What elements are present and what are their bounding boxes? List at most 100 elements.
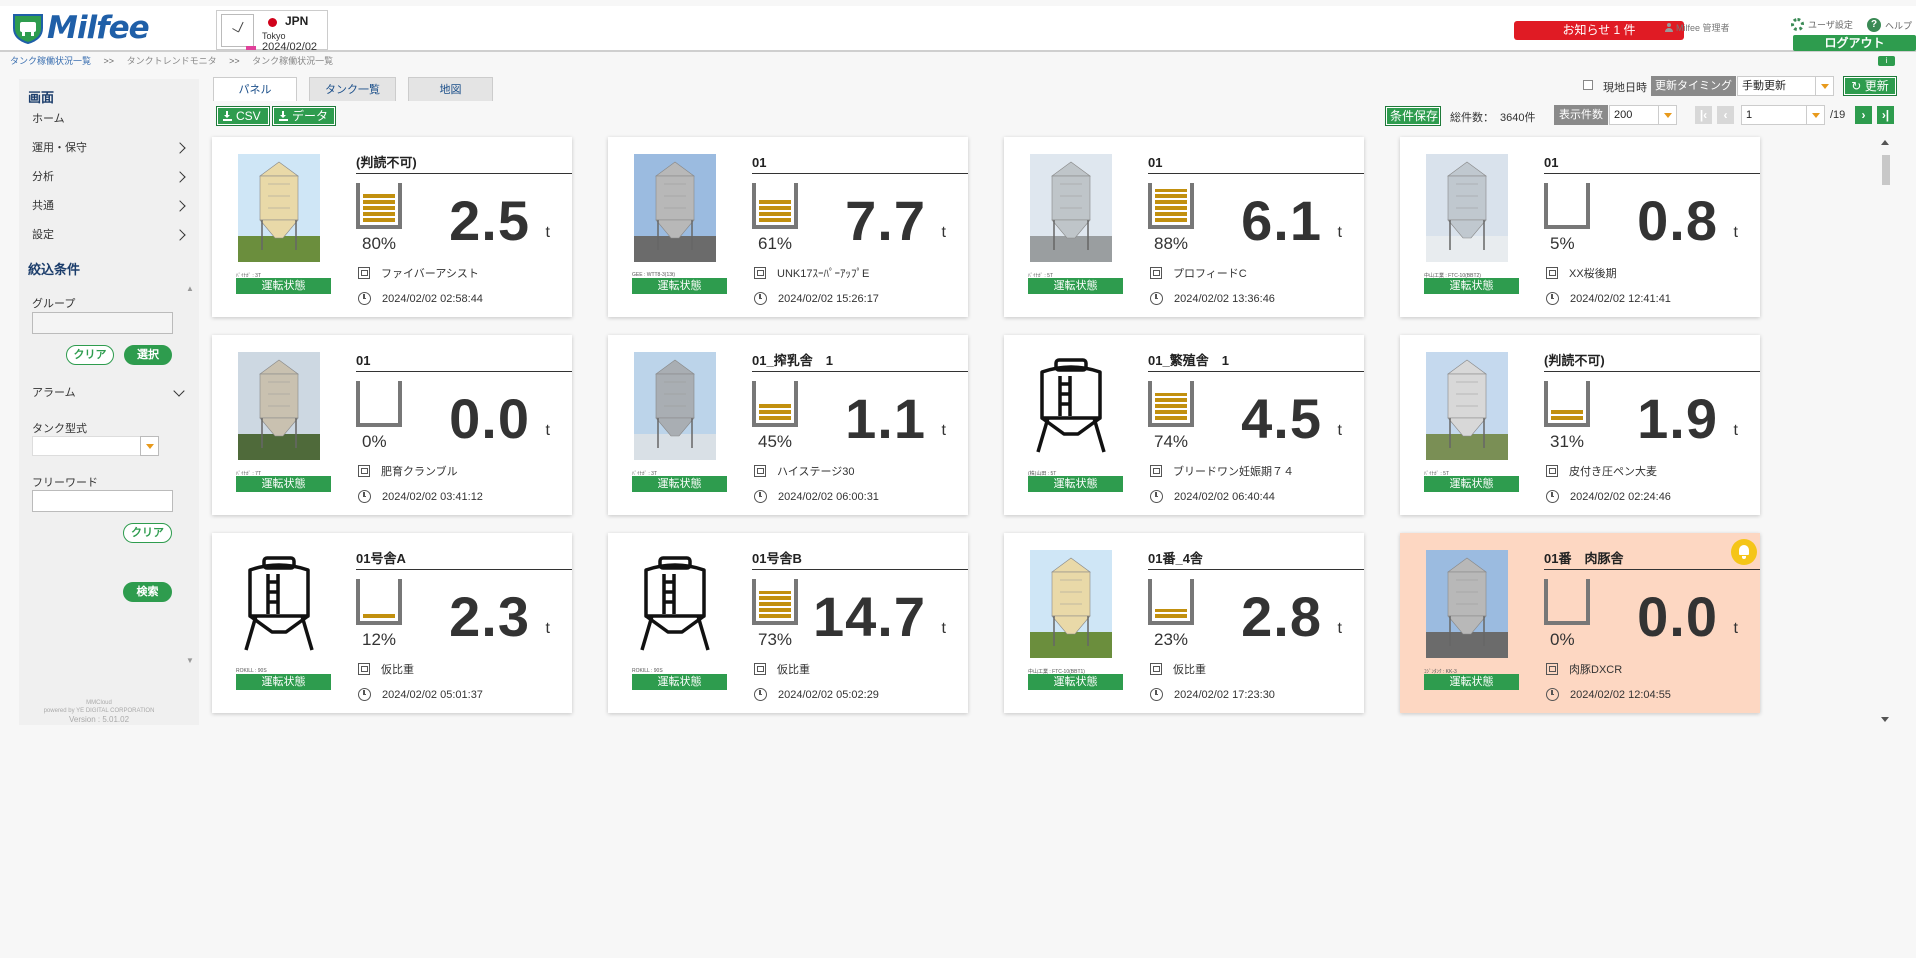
status-badge: 運転状態: [236, 278, 331, 294]
csv-download-button[interactable]: CSV: [216, 106, 270, 126]
tank-card[interactable]: ﾊﾞｲﾅｶﾞ : 3T 運転状態 01_搾乳舎 1 45% 1.1 t ハイステージ30 20…: [608, 335, 968, 515]
tank-card[interactable]: ﾊﾞｲﾅｶﾞ : 5T 運転状態 (判読不可) 31% 1.9 t 皮付き圧ペン大麦 2024…: [1400, 335, 1760, 515]
tank-card[interactable]: ﾊﾞｲﾅｶﾞ : 3T 運転状態 (判読不可) 80% 2.5 t ファイバーアシスト 202…: [212, 137, 572, 317]
tank-name[interactable]: 01_繁殖舎 1: [1148, 351, 1364, 372]
feed-icon: [1150, 663, 1162, 675]
amount-unit: t: [1337, 224, 1342, 241]
feed-icon: [754, 465, 766, 477]
group-clear-button[interactable]: クリア: [66, 345, 114, 365]
remaining-amount: 2.8: [1241, 585, 1322, 648]
current-time-checkbox[interactable]: [1583, 80, 1593, 90]
breadcrumb: タンク稼働状況一覧 >> タンクトレンドモニタ >> タンク稼働状況一覧: [10, 54, 333, 67]
region-widget: JPN Tokyo 2024/02/02: [216, 10, 328, 53]
tank-card[interactable]: (株)山田 : 5T 運転状態 01_繁殖舎 1 74% 4.5 t ブリードワン妊娠期７４…: [1004, 335, 1364, 515]
next-page-button[interactable]: ›: [1855, 106, 1872, 124]
sidebar-item-label: 設定: [32, 229, 54, 241]
sidebar-item-home[interactable]: ホーム: [19, 105, 199, 134]
breadcrumb-item[interactable]: タンクトレンドモニタ: [127, 56, 217, 66]
tank-name[interactable]: 01_搾乳舎 1: [752, 351, 968, 372]
tank-card[interactable]: ｺｼﾞﾝﾀﾝｸ : KK-3 運転状態 01番 肉豚舎 0% 0.0 t 肉豚DXCR 202…: [1400, 533, 1760, 713]
refresh-icon: ↻: [1851, 79, 1865, 93]
feed-icon: [1150, 465, 1162, 477]
free-word-input[interactable]: [32, 490, 173, 512]
breadcrumb-item[interactable]: タンク稼働状況一覧: [10, 56, 91, 66]
tank-name[interactable]: 01号舎B: [752, 549, 968, 570]
tank-name[interactable]: 01番_4舎: [1148, 549, 1364, 570]
tab-map[interactable]: 地図: [408, 77, 493, 101]
content-scrollbar[interactable]: [1880, 140, 1891, 722]
tank-card[interactable]: 中山工業 : FTC-10(BBT1) 運転状態 01番_4舎 23% 2.8 t 仮比重 2…: [1004, 533, 1364, 713]
updated-time-row: 2024/02/02 17:23:30: [1150, 688, 1275, 701]
group-field[interactable]: [32, 312, 173, 334]
feed-row: ハイステージ30: [754, 463, 854, 479]
tank-name[interactable]: 01番 肉豚舎: [1544, 549, 1760, 570]
feed-row: 仮比重: [1150, 661, 1206, 677]
tank-name[interactable]: 01号舎A: [356, 549, 572, 570]
level-gauge: [1148, 183, 1194, 229]
bell-alert-icon[interactable]: [1731, 539, 1757, 565]
sidebar-item-settings[interactable]: 設定: [19, 221, 199, 250]
search-button[interactable]: 検索: [123, 582, 172, 602]
tank-name[interactable]: 01: [752, 153, 968, 174]
scroll-thumb[interactable]: [1882, 155, 1890, 185]
help-link[interactable]: ? ヘルプ: [1867, 18, 1912, 32]
data-download-button[interactable]: データ: [272, 106, 336, 126]
alarm-filter[interactable]: アラーム: [19, 379, 199, 408]
dropdown-arrow-icon[interactable]: [140, 436, 159, 456]
milfee-logo[interactable]: Milfee: [12, 12, 150, 44]
scroll-up-icon[interactable]: [1881, 140, 1889, 145]
clock-icon: [754, 490, 767, 503]
level-gauge: [752, 381, 798, 427]
tank-card[interactable]: GEE : WTT8-3(13t) 運転状態 01 61% 7.7 t UNK17ｽｰﾊﾟｰ…: [608, 137, 968, 317]
level-gauge: [1544, 381, 1590, 427]
sidebar-item-analysis[interactable]: 分析: [19, 163, 199, 192]
tank-card[interactable]: ROKILL : 90S 運転状態 01号舎A 12% 2.3 t 仮比重 2024/02/0…: [212, 533, 572, 713]
group-select-button[interactable]: 選択: [124, 345, 172, 365]
status-badge: 運転状態: [1028, 476, 1123, 492]
clock-icon: [1546, 490, 1559, 503]
tank-name[interactable]: (判読不可): [1544, 351, 1760, 372]
tab-panel[interactable]: パネル: [213, 77, 297, 101]
tank-card[interactable]: ﾊﾞｲﾅｶﾞ : 7T 運転状態 01 0% 0.0 t 肥育クランブル 2024/02/02…: [212, 335, 572, 515]
tank-card[interactable]: 中山工業 : FTC-10(BBT2) 運転状態 01 5% 0.8 t XX桜後期 2024…: [1400, 137, 1760, 317]
tab-tank-list[interactable]: タンク一覧: [309, 77, 396, 101]
level-percent: 45%: [758, 432, 793, 451]
notice-button[interactable]: お知らせ 1 件: [1514, 21, 1684, 40]
clock-icon: [1150, 292, 1163, 305]
feed-row: XX桜後期: [1546, 265, 1617, 281]
level-gauge: [356, 183, 402, 229]
refresh-button[interactable]: ↻ 更新: [1843, 76, 1897, 96]
level-gauge-fill: [759, 403, 791, 420]
clock-icon: [1546, 292, 1559, 305]
tank-name[interactable]: 01: [1544, 153, 1760, 174]
tank-card[interactable]: ROKILL : 90S 運転状態 01号舎B 73% 14.7 t 仮比重 2024/02/…: [608, 533, 968, 713]
level-percent: 5%: [1550, 234, 1575, 253]
sidebar-item-common[interactable]: 共通: [19, 192, 199, 221]
tank-name[interactable]: 01: [356, 351, 572, 372]
prev-page-button[interactable]: ‹: [1717, 106, 1734, 124]
footer-company: powered by YE DIGITAL CORPORATION: [43, 708, 155, 714]
sidebar-scroll-down-icon[interactable]: ▼: [186, 656, 194, 665]
tank-name[interactable]: (判読不可): [356, 153, 572, 174]
last-page-button[interactable]: ›|: [1877, 106, 1894, 124]
first-page-button[interactable]: |‹: [1695, 106, 1712, 124]
user-settings-link[interactable]: ユーザ設定: [1791, 18, 1853, 31]
remaining-amount: 6.1: [1241, 189, 1322, 252]
info-button[interactable]: i: [1878, 56, 1895, 66]
feed-name: 仮比重: [777, 664, 810, 676]
sidebar-scroll-up-icon[interactable]: ▲: [186, 284, 194, 293]
feed-row: ブリードワン妊娠期７４: [1150, 463, 1294, 479]
feed-row: 仮比重: [358, 661, 414, 677]
level-percent: 12%: [362, 630, 397, 649]
tank-name[interactable]: 01: [1148, 153, 1364, 174]
feed-row: UNK17ｽｰﾊﾟｰｱｯﾌﾟE: [754, 265, 869, 281]
tank-card[interactable]: ﾊﾞｲﾅｶﾞ : 5T 運転状態 01 88% 6.1 t プロフィードC 2024/02/0…: [1004, 137, 1364, 317]
page-select[interactable]: 1: [1741, 105, 1825, 125]
logout-button[interactable]: ログアウト: [1793, 35, 1916, 51]
save-conditions-button[interactable]: 条件保存: [1385, 106, 1441, 126]
display-count-select[interactable]: 200: [1609, 105, 1677, 125]
sidebar-item-operations[interactable]: 運用・保守: [19, 134, 199, 163]
update-timing-select[interactable]: 手動更新: [1737, 76, 1834, 96]
scroll-down-icon[interactable]: [1881, 717, 1889, 722]
free-word-clear-button[interactable]: クリア: [123, 523, 172, 543]
